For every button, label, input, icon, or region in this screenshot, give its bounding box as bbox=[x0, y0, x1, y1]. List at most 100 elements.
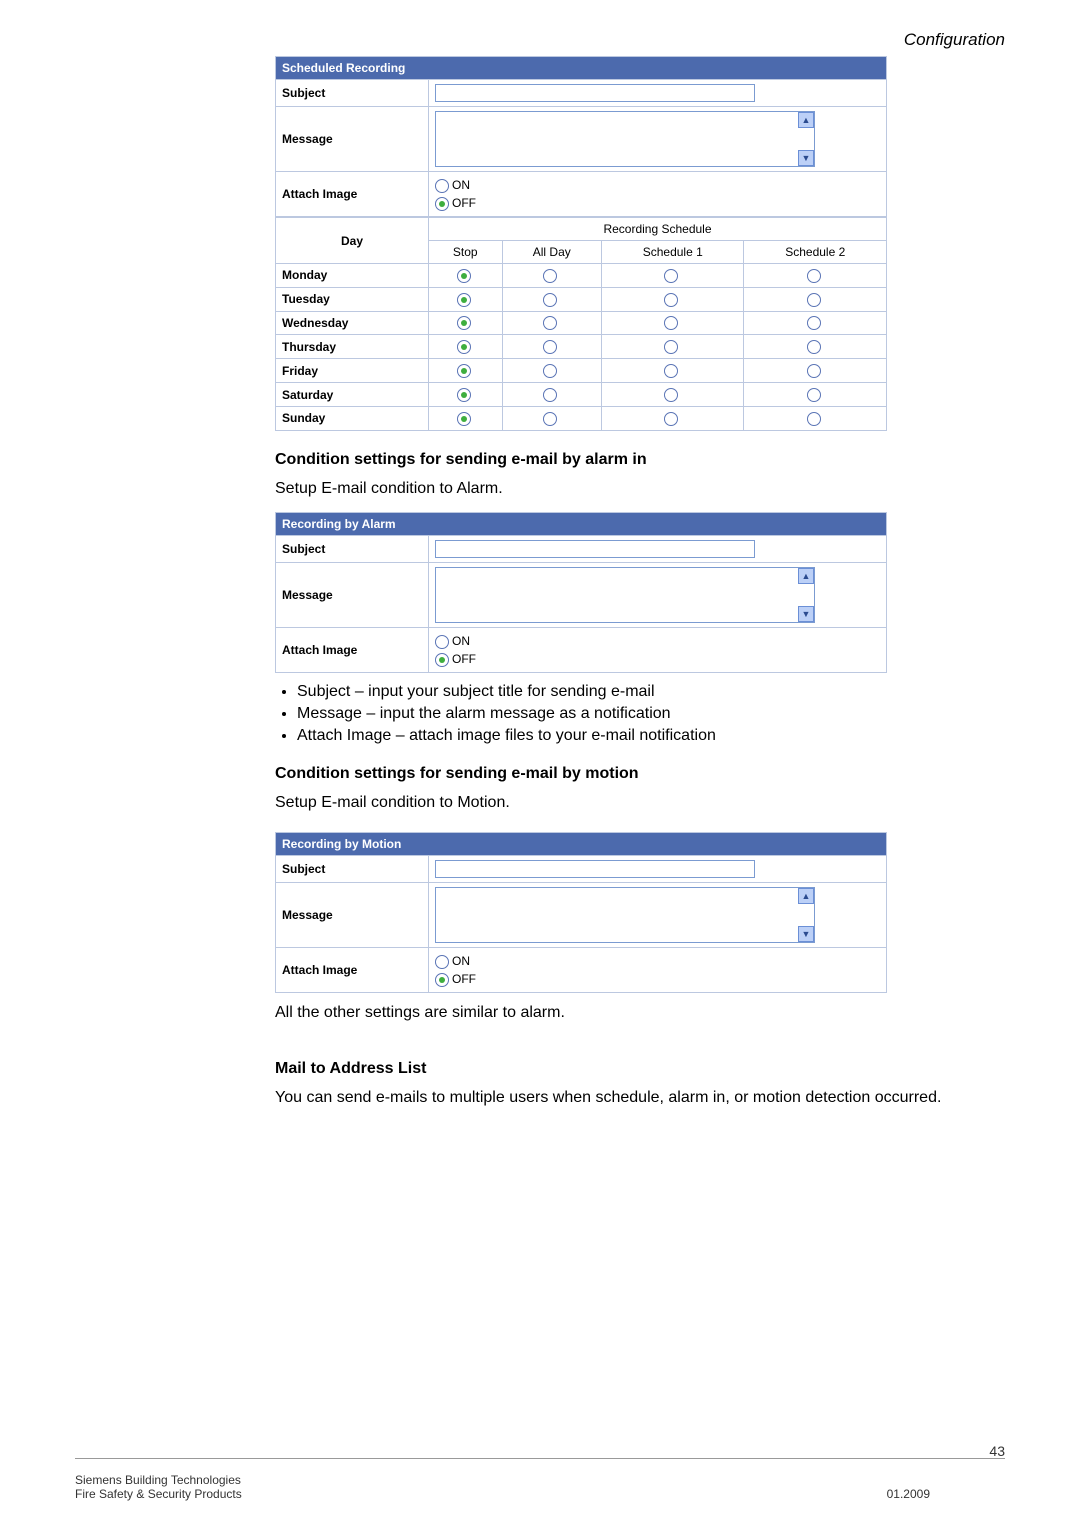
schedule-cell bbox=[502, 406, 602, 430]
schedule-cell bbox=[744, 406, 887, 430]
table-row: Wednesday bbox=[276, 311, 887, 335]
motion-attach-label: Attach Image bbox=[276, 948, 429, 993]
table-row: Saturday bbox=[276, 383, 887, 407]
scheduled-panel-title: Scheduled Recording bbox=[276, 57, 887, 80]
schedule-radio[interactable] bbox=[457, 364, 471, 378]
footer-date: 01.2009 bbox=[887, 1487, 930, 1501]
list-item: Attach Image – attach image files to you… bbox=[297, 727, 1005, 745]
schedule-cell bbox=[502, 287, 602, 311]
table-row: Thursday bbox=[276, 335, 887, 359]
schedule-cell bbox=[502, 335, 602, 359]
schedule-radio[interactable] bbox=[664, 293, 678, 307]
schedule-radio[interactable] bbox=[457, 412, 471, 426]
scheduled-subject-label: Subject bbox=[276, 80, 429, 107]
schedule-radio[interactable] bbox=[543, 269, 557, 283]
motion-subject-input[interactable] bbox=[435, 860, 755, 878]
schedule-radio[interactable] bbox=[543, 364, 557, 378]
page-section-title: Configuration bbox=[275, 30, 1005, 50]
schedule-cell bbox=[602, 264, 744, 288]
schedule-radio[interactable] bbox=[807, 293, 821, 307]
schedule-radio[interactable] bbox=[457, 388, 471, 402]
schedule-radio[interactable] bbox=[543, 388, 557, 402]
motion-message-label: Message bbox=[276, 883, 429, 948]
schedule-radio[interactable] bbox=[664, 412, 678, 426]
mail-list-text: You can send e-mails to multiple users w… bbox=[275, 1086, 1005, 1109]
schedule-cell bbox=[429, 264, 503, 288]
schedule-radio[interactable] bbox=[457, 293, 471, 307]
schedule-radio[interactable] bbox=[807, 340, 821, 354]
scroll-up-icon[interactable]: ▲ bbox=[798, 888, 814, 904]
schedule-radio[interactable] bbox=[457, 340, 471, 354]
schedule-radio[interactable] bbox=[807, 364, 821, 378]
motion-attach-on-radio[interactable] bbox=[435, 955, 449, 969]
schedule-cell bbox=[502, 359, 602, 383]
motion-message-textarea[interactable]: ▲ ▼ bbox=[435, 887, 815, 943]
day-header: Day bbox=[276, 218, 429, 264]
recording-schedule-table: Day Recording Schedule Stop All Day Sche… bbox=[275, 217, 887, 431]
attach-off-label: OFF bbox=[452, 652, 476, 666]
alarm-subject-label: Subject bbox=[276, 535, 429, 562]
scroll-down-icon[interactable]: ▼ bbox=[798, 150, 814, 166]
schedule-cell bbox=[744, 335, 887, 359]
schedule-radio[interactable] bbox=[664, 364, 678, 378]
scheduled-subject-input[interactable] bbox=[435, 84, 755, 102]
scroll-up-icon[interactable]: ▲ bbox=[798, 112, 814, 128]
schedule-radio[interactable] bbox=[664, 340, 678, 354]
motion-panel-title: Recording by Motion bbox=[276, 833, 887, 856]
alarm-attach-label: Attach Image bbox=[276, 627, 429, 672]
schedule-cell bbox=[744, 359, 887, 383]
page-number: 43 bbox=[75, 1443, 1005, 1459]
schedule-cell bbox=[602, 311, 744, 335]
table-row: Friday bbox=[276, 359, 887, 383]
alarm-message-label: Message bbox=[276, 562, 429, 627]
day-cell: Thursday bbox=[276, 335, 429, 359]
schedule-cell bbox=[602, 287, 744, 311]
scroll-up-icon[interactable]: ▲ bbox=[798, 568, 814, 584]
day-cell: Friday bbox=[276, 359, 429, 383]
day-cell: Tuesday bbox=[276, 287, 429, 311]
schedule-radio[interactable] bbox=[664, 388, 678, 402]
page-footer: 43 Siemens Building Technologies Fire Sa… bbox=[75, 1458, 1005, 1501]
schedule-cell bbox=[602, 359, 744, 383]
list-item: Subject – input your subject title for s… bbox=[297, 683, 1005, 701]
day-cell: Sunday bbox=[276, 406, 429, 430]
scheduled-attach-label: Attach Image bbox=[276, 172, 429, 217]
schedule-cell bbox=[429, 335, 503, 359]
schedule-radio[interactable] bbox=[457, 316, 471, 330]
col-schedule1: Schedule 1 bbox=[602, 241, 744, 264]
alarm-subject-input[interactable] bbox=[435, 540, 755, 558]
attach-off-label: OFF bbox=[452, 972, 476, 986]
schedule-radio[interactable] bbox=[807, 412, 821, 426]
alarm-heading: Condition settings for sending e-mail by… bbox=[275, 451, 1005, 469]
scheduled-attach-on-radio[interactable] bbox=[435, 179, 449, 193]
scheduled-recording-panel: Scheduled Recording Subject Message ▲ ▼ … bbox=[275, 56, 887, 217]
schedule-radio[interactable] bbox=[543, 293, 557, 307]
motion-note: All the other settings are similar to al… bbox=[275, 1001, 1005, 1024]
alarm-attach-off-radio[interactable] bbox=[435, 653, 449, 667]
schedule-radio[interactable] bbox=[543, 412, 557, 426]
scroll-down-icon[interactable]: ▼ bbox=[798, 606, 814, 622]
scheduled-message-textarea[interactable]: ▲ ▼ bbox=[435, 111, 815, 167]
motion-heading: Condition settings for sending e-mail by… bbox=[275, 765, 1005, 783]
schedule-radio[interactable] bbox=[543, 316, 557, 330]
schedule-radio[interactable] bbox=[664, 316, 678, 330]
scroll-down-icon[interactable]: ▼ bbox=[798, 926, 814, 942]
schedule-radio[interactable] bbox=[664, 269, 678, 283]
schedule-cell bbox=[429, 311, 503, 335]
schedule-cell bbox=[502, 311, 602, 335]
schedule-radio[interactable] bbox=[807, 388, 821, 402]
alarm-message-textarea[interactable]: ▲ ▼ bbox=[435, 567, 815, 623]
schedule-cell bbox=[429, 359, 503, 383]
schedule-radio[interactable] bbox=[543, 340, 557, 354]
alarm-attach-on-radio[interactable] bbox=[435, 635, 449, 649]
schedule-cell bbox=[744, 264, 887, 288]
schedule-cell bbox=[744, 287, 887, 311]
motion-attach-off-radio[interactable] bbox=[435, 973, 449, 987]
schedule-radio[interactable] bbox=[807, 316, 821, 330]
schedule-cell bbox=[502, 264, 602, 288]
day-cell: Saturday bbox=[276, 383, 429, 407]
scheduled-attach-off-radio[interactable] bbox=[435, 197, 449, 211]
schedule-radio[interactable] bbox=[807, 269, 821, 283]
schedule-radio[interactable] bbox=[457, 269, 471, 283]
motion-subject-label: Subject bbox=[276, 856, 429, 883]
